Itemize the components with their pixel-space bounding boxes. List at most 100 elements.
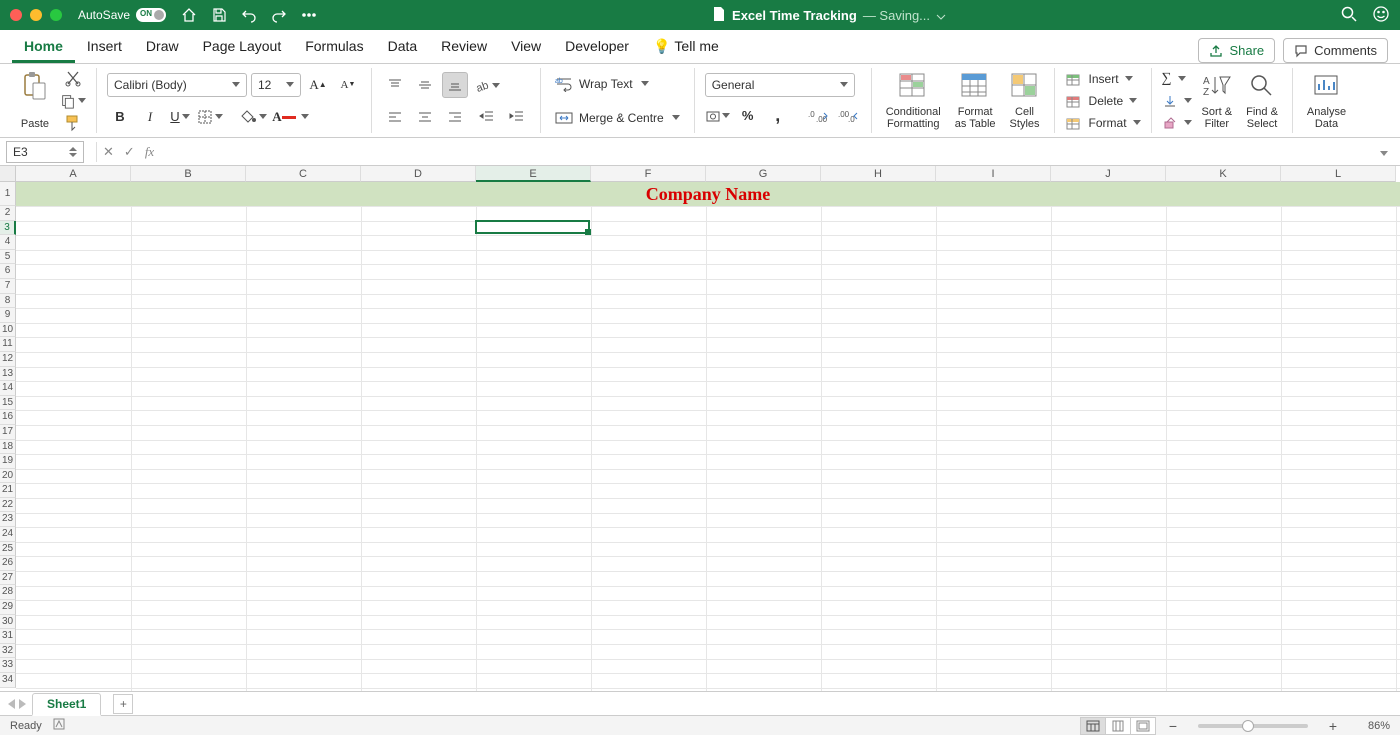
decrease-decimal-button[interactable]: .00.0 bbox=[835, 103, 861, 129]
row-header-8[interactable]: 8 bbox=[0, 294, 16, 309]
wrap-text-button[interactable]: ab Wrap Text bbox=[551, 71, 684, 97]
font-name-select[interactable]: Calibri (Body) bbox=[107, 73, 247, 97]
normal-view-button[interactable] bbox=[1080, 717, 1106, 735]
row1-title[interactable]: Company Name bbox=[16, 182, 1400, 206]
insert-cells-button[interactable]: Insert bbox=[1065, 69, 1141, 89]
page-layout-view-button[interactable] bbox=[1105, 717, 1131, 735]
row-header-1[interactable]: 1 bbox=[0, 182, 16, 206]
row-header-11[interactable]: 11 bbox=[0, 337, 16, 352]
bold-button[interactable]: B bbox=[107, 104, 133, 130]
format-painter-button[interactable] bbox=[60, 114, 86, 133]
column-header-I[interactable]: I bbox=[936, 166, 1051, 182]
autosum-button[interactable]: ∑ bbox=[1162, 69, 1192, 89]
page-break-view-button[interactable] bbox=[1130, 717, 1156, 735]
font-size-select[interactable]: 12 bbox=[251, 73, 301, 97]
undo-icon[interactable] bbox=[240, 6, 258, 24]
align-top-button[interactable] bbox=[382, 72, 408, 98]
row-header-27[interactable]: 27 bbox=[0, 571, 16, 586]
row-header-32[interactable]: 32 bbox=[0, 644, 16, 659]
fill-color-button[interactable] bbox=[241, 104, 267, 130]
tab-insert[interactable]: Insert bbox=[75, 30, 134, 63]
row-header-9[interactable]: 9 bbox=[0, 308, 16, 323]
row-header-34[interactable]: 34 bbox=[0, 673, 16, 688]
expand-formula-bar-button[interactable] bbox=[1380, 144, 1394, 159]
increase-indent-button[interactable] bbox=[504, 103, 530, 129]
increase-decimal-button[interactable]: .0.00 bbox=[805, 103, 831, 129]
column-header-B[interactable]: B bbox=[131, 166, 246, 182]
comma-format-button[interactable]: , bbox=[765, 103, 791, 129]
column-header-L[interactable]: L bbox=[1281, 166, 1396, 182]
row-header-10[interactable]: 10 bbox=[0, 323, 16, 338]
select-all-corner[interactable] bbox=[0, 166, 16, 182]
minimize-window-button[interactable] bbox=[30, 9, 42, 21]
increase-font-button[interactable]: A▲ bbox=[305, 72, 331, 98]
tab-page-layout[interactable]: Page Layout bbox=[191, 30, 294, 63]
comments-button[interactable]: Comments bbox=[1283, 38, 1388, 63]
row-header-12[interactable]: 12 bbox=[0, 352, 16, 367]
tab-data[interactable]: Data bbox=[376, 30, 430, 63]
redo-icon[interactable] bbox=[270, 6, 288, 24]
more-icon[interactable] bbox=[300, 6, 318, 24]
row-header-6[interactable]: 6 bbox=[0, 264, 16, 279]
cancel-formula-icon[interactable]: ✕ bbox=[103, 144, 114, 160]
row-header-21[interactable]: 21 bbox=[0, 483, 16, 498]
enter-formula-icon[interactable]: ✓ bbox=[124, 144, 135, 160]
fill-button[interactable] bbox=[1162, 91, 1192, 111]
analyse-data-button[interactable]: Analyse Data bbox=[1303, 69, 1350, 133]
number-format-select[interactable]: General bbox=[705, 73, 855, 97]
format-as-table-button[interactable]: Format as Table bbox=[951, 69, 1000, 133]
tab-view[interactable]: View bbox=[499, 30, 553, 63]
row-header-23[interactable]: 23 bbox=[0, 512, 16, 527]
column-header-D[interactable]: D bbox=[361, 166, 476, 182]
row-header-28[interactable]: 28 bbox=[0, 585, 16, 600]
row-header-15[interactable]: 15 bbox=[0, 396, 16, 411]
row-header-2[interactable]: 2 bbox=[0, 206, 16, 221]
format-cells-button[interactable]: Format bbox=[1065, 113, 1141, 133]
row-header-30[interactable]: 30 bbox=[0, 615, 16, 630]
search-icon[interactable] bbox=[1340, 5, 1358, 26]
align-middle-button[interactable] bbox=[412, 72, 438, 98]
formula-input[interactable] bbox=[154, 141, 1380, 163]
row-header-25[interactable]: 25 bbox=[0, 542, 16, 557]
row-header-33[interactable]: 33 bbox=[0, 658, 16, 673]
align-center-button[interactable] bbox=[412, 104, 438, 130]
name-box[interactable]: E3 bbox=[6, 141, 84, 163]
smiley-icon[interactable] bbox=[1372, 5, 1390, 26]
column-header-K[interactable]: K bbox=[1166, 166, 1281, 182]
cell-styles-button[interactable]: Cell Styles bbox=[1006, 69, 1044, 133]
tab-tell-me[interactable]: 💡Tell me bbox=[641, 30, 731, 63]
decrease-indent-button[interactable] bbox=[474, 103, 500, 129]
spreadsheet-grid[interactable]: ABCDEFGHIJKL 123456789101112131415161718… bbox=[0, 166, 1400, 691]
zoom-level[interactable]: 86% bbox=[1350, 720, 1390, 732]
borders-button[interactable] bbox=[197, 104, 223, 130]
tab-formulas[interactable]: Formulas bbox=[293, 30, 375, 63]
tab-draw[interactable]: Draw bbox=[134, 30, 191, 63]
column-header-J[interactable]: J bbox=[1051, 166, 1166, 182]
delete-cells-button[interactable]: Delete bbox=[1065, 91, 1141, 111]
column-header-F[interactable]: F bbox=[591, 166, 706, 182]
row-header-29[interactable]: 29 bbox=[0, 600, 16, 615]
zoom-out-button[interactable]: − bbox=[1166, 718, 1180, 734]
accessibility-icon[interactable] bbox=[52, 717, 66, 734]
tab-developer[interactable]: Developer bbox=[553, 30, 641, 63]
maximize-window-button[interactable] bbox=[50, 9, 62, 21]
sheet-nav-next[interactable] bbox=[19, 699, 26, 709]
underline-button[interactable]: U bbox=[167, 104, 193, 130]
row-header-7[interactable]: 7 bbox=[0, 279, 16, 294]
fx-icon[interactable]: fx bbox=[145, 144, 154, 160]
column-header-A[interactable]: A bbox=[16, 166, 131, 182]
row-header-22[interactable]: 22 bbox=[0, 498, 16, 513]
row-header-13[interactable]: 13 bbox=[0, 367, 16, 382]
align-bottom-button[interactable] bbox=[442, 72, 468, 98]
autosave-toggle[interactable]: ON bbox=[136, 8, 166, 22]
clear-button[interactable] bbox=[1162, 113, 1192, 133]
row-header-24[interactable]: 24 bbox=[0, 527, 16, 542]
add-sheet-button[interactable]: + bbox=[113, 694, 133, 714]
share-button[interactable]: Share bbox=[1198, 38, 1275, 63]
row-header-16[interactable]: 16 bbox=[0, 410, 16, 425]
decrease-font-button[interactable]: A▼ bbox=[335, 72, 361, 98]
font-color-button[interactable]: A bbox=[271, 104, 297, 130]
cells-area[interactable]: Company Name bbox=[16, 182, 1400, 691]
sort-filter-button[interactable]: AZ Sort & Filter bbox=[1198, 69, 1237, 133]
conditional-formatting-button[interactable]: Conditional Formatting bbox=[882, 69, 945, 133]
